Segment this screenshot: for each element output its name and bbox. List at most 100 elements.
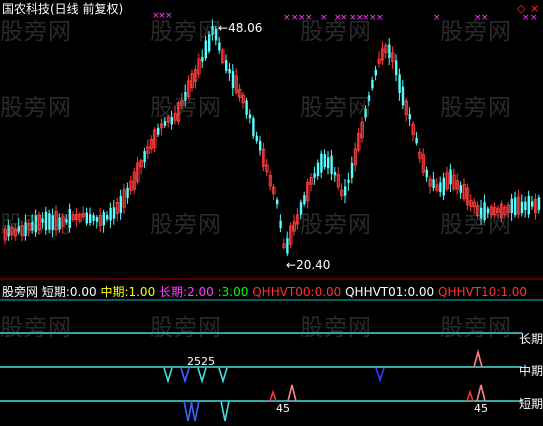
watermark-text: 股旁网 bbox=[440, 315, 512, 341]
indicator-mid-value: 1.00 bbox=[128, 285, 156, 299]
signal-down-mark bbox=[375, 367, 385, 383]
watermark-text: 股旁网 bbox=[440, 95, 512, 121]
candle-body bbox=[350, 162, 354, 179]
candle-body bbox=[225, 60, 228, 72]
low-arrow-icon: ← bbox=[286, 258, 297, 272]
indicator-name[interactable]: 股旁网 bbox=[2, 285, 38, 299]
candle-body bbox=[92, 215, 95, 221]
candle-body bbox=[374, 69, 377, 76]
indicator-qhhvt01-value: 0.00 bbox=[407, 285, 435, 299]
watermark-text: 股旁网 bbox=[0, 212, 72, 238]
signal-down-mark bbox=[197, 367, 207, 384]
high-arrow-icon: ← bbox=[218, 21, 229, 35]
candle-body bbox=[201, 57, 204, 62]
indicator-qhhvt01-label: QHHVT01: bbox=[345, 285, 408, 299]
watermark-text: 股旁网 bbox=[0, 95, 72, 121]
candle-body bbox=[259, 140, 262, 151]
indicator-short-label: 短期: bbox=[41, 285, 70, 299]
candle-body bbox=[320, 153, 323, 173]
candle-body bbox=[520, 201, 524, 214]
candle-body bbox=[279, 220, 282, 229]
candle-body bbox=[231, 71, 235, 89]
low-price-label: ←20.40 bbox=[286, 258, 330, 272]
signal-label-45-right: 45 bbox=[474, 402, 488, 415]
candle-body bbox=[286, 238, 289, 254]
candle-body bbox=[527, 195, 530, 215]
signal-label-45-left: 45 bbox=[276, 402, 290, 415]
high-price-label: ←48.06 bbox=[218, 21, 262, 35]
watermark-text: 股旁网 bbox=[300, 95, 372, 121]
indicator-extra-value: 3.00 bbox=[221, 285, 249, 299]
candle-body bbox=[330, 155, 333, 174]
candle-body bbox=[323, 154, 326, 167]
level-short-label: 短期 bbox=[518, 397, 543, 411]
candle-body bbox=[303, 195, 306, 205]
signal-down-mark bbox=[163, 367, 173, 384]
candle-body bbox=[398, 74, 401, 93]
watermark-text: 股旁网 bbox=[150, 19, 222, 45]
level-long-label: 长期 bbox=[518, 332, 543, 346]
watermark-text: 股旁网 bbox=[150, 95, 222, 121]
expand-icon[interactable]: ◇ bbox=[517, 2, 525, 15]
candle-body bbox=[157, 127, 160, 135]
chart-title: 国农科技(日线 前复权) bbox=[2, 2, 124, 16]
candle-body bbox=[327, 157, 330, 169]
indicator-long-value: 2.00 bbox=[187, 285, 214, 299]
signal-up-mark bbox=[269, 389, 277, 402]
level-mid-label: 中期 bbox=[518, 364, 543, 378]
candle-body bbox=[432, 179, 435, 188]
watermark-text: 股旁网 bbox=[440, 212, 512, 238]
indicator-long-label: 长期: bbox=[159, 285, 188, 299]
candle-body bbox=[459, 185, 462, 193]
low-price-value: 20.40 bbox=[296, 258, 331, 272]
candle-body bbox=[119, 195, 122, 214]
top-marker-x: × bbox=[376, 13, 384, 23]
watermark-text: 股旁网 bbox=[0, 19, 72, 45]
candle-body bbox=[401, 86, 405, 106]
watermark-text: 股旁网 bbox=[0, 315, 72, 341]
candle-body bbox=[388, 44, 391, 58]
candle-body bbox=[316, 162, 320, 177]
candle-body bbox=[408, 114, 411, 120]
watermark-text: 股旁网 bbox=[440, 19, 512, 45]
candle-body bbox=[245, 100, 248, 115]
candle-body bbox=[143, 151, 146, 163]
candle-body bbox=[425, 169, 428, 178]
signal-up-mark bbox=[287, 384, 297, 402]
signal-down-mark bbox=[218, 367, 228, 384]
indicator-qhhvt10-label: QHHVT10: bbox=[438, 285, 501, 299]
high-price-value: 48.06 bbox=[228, 21, 263, 35]
signal-down-mark bbox=[180, 367, 190, 384]
signal-up-mark bbox=[473, 348, 483, 368]
candle-body bbox=[102, 212, 105, 226]
candle-body bbox=[248, 114, 252, 119]
watermark-text: 股旁网 bbox=[300, 19, 372, 45]
candle-body bbox=[112, 207, 116, 219]
indicator-qhhvt10-value: 1.00 bbox=[500, 285, 528, 299]
watermark-text: 股旁网 bbox=[150, 315, 222, 341]
candle-body bbox=[276, 199, 279, 205]
indicator-qhhvt00-value: 0.00 bbox=[314, 285, 342, 299]
candle-body bbox=[524, 201, 527, 211]
candle-body bbox=[439, 182, 442, 193]
indicator-qhhvt00-label: QHHVT00: bbox=[252, 285, 315, 299]
candle-body bbox=[347, 179, 350, 183]
candle-body bbox=[333, 172, 337, 176]
watermark-text: 股旁网 bbox=[300, 212, 372, 238]
candle-body bbox=[371, 79, 374, 89]
candle-body bbox=[449, 169, 452, 185]
top-marker-x: × bbox=[283, 13, 291, 23]
candle-body bbox=[344, 186, 347, 196]
candle-body bbox=[537, 197, 541, 211]
candle-body bbox=[126, 187, 129, 198]
candle-body bbox=[85, 212, 88, 224]
indicator-header: 股旁网 短期:0.00 中期:1.00 长期:2.00 :3.00 QHHVT0… bbox=[2, 283, 527, 299]
candle-body bbox=[106, 215, 109, 220]
candle-body bbox=[109, 207, 112, 221]
signal-down-mark bbox=[190, 400, 200, 422]
candle-body bbox=[313, 173, 316, 178]
candle-body bbox=[514, 197, 517, 216]
signal-up-mark bbox=[476, 384, 486, 402]
close-icon[interactable]: × bbox=[530, 2, 539, 15]
watermark-text: 股旁网 bbox=[150, 212, 222, 238]
